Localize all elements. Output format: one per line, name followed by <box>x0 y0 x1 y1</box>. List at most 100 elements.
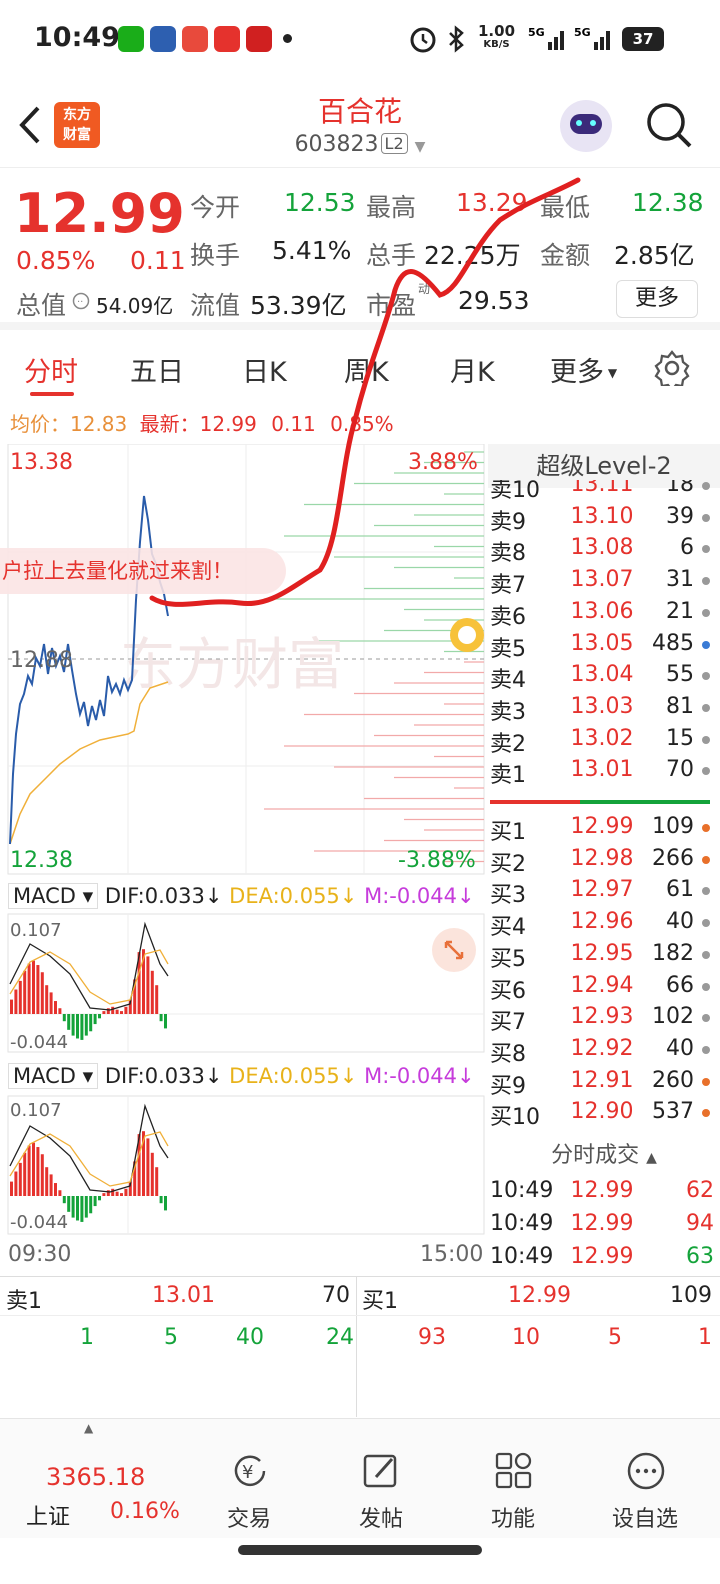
low-label: 最低 <box>540 193 591 222</box>
volume-label: 总手 <box>366 241 417 270</box>
macd-selector[interactable]: MACD ▾ <box>8 883 99 909</box>
pct-axis-bottom: -3.88% <box>398 848 476 873</box>
ask-row[interactable]: 卖5 13.05 485 <box>488 629 716 662</box>
tab-daily-k[interactable]: 日K <box>242 350 287 389</box>
bid-row[interactable]: 买10 12.90 537 <box>488 1097 716 1130</box>
scrolling-comment-banner[interactable]: 户拉上去量化就过来割！ <box>0 548 286 594</box>
expand-icon[interactable] <box>432 928 476 972</box>
float-cap-label: 流值 <box>190 291 241 320</box>
trade-list: 10:49 12.99 62 10:49 12.99 94 10:49 12.99 63 <box>488 1176 720 1276</box>
bid-row[interactable]: 买9 12.91 260 <box>488 1066 716 1099</box>
buy-queue-item: 1 <box>698 1325 712 1350</box>
ask-list: 卖10 13.11 18 卖9 13.10 39 卖8 13.08 6 卖7 13.07 31 卖6 13… <box>488 480 720 800</box>
settings-gear-icon[interactable] <box>654 350 690 386</box>
sell-queue-item: 1 <box>80 1325 94 1350</box>
tab-monthly-k[interactable]: 月K <box>450 350 495 389</box>
time-axis-end: 15:00 <box>420 1242 484 1267</box>
info-icon[interactable]: ·· <box>72 292 90 310</box>
time-axis-start: 09:30 <box>8 1242 72 1267</box>
robot-assistant-icon[interactable] <box>560 100 612 152</box>
ask-row[interactable]: 卖9 13.10 39 <box>488 502 716 535</box>
high-label: 最高 <box>366 193 417 222</box>
tab-more[interactable]: 更多 ▼ <box>550 350 617 389</box>
ask-row[interactable]: 卖3 13.03 81 <box>488 692 716 725</box>
ask-row[interactable]: 卖7 13.07 31 <box>488 565 716 598</box>
signal-5g-icon: 5G <box>528 26 564 50</box>
search-icon[interactable] <box>644 100 694 150</box>
bid-row[interactable]: 买1 12.99 109 <box>488 812 716 845</box>
pe-value: 29.53 <box>458 286 530 315</box>
macd-indicator-bar: MACD ▾ DIF:0.033↓ DEA:0.055↓ M:-0.044↓ <box>8 883 475 909</box>
tab-five-day[interactable]: 五日 <box>130 350 184 389</box>
nav-watchlist[interactable]: 设自选 <box>580 1419 710 1532</box>
level2-badge: L2 <box>380 133 408 154</box>
ask-row[interactable]: 卖6 13.06 21 <box>488 597 716 630</box>
buy-queue-item: 10 <box>512 1325 540 1350</box>
bid-row[interactable]: 买6 12.94 66 <box>488 971 716 1004</box>
more-quote-button[interactable]: 更多 <box>616 280 698 318</box>
more-dots-icon <box>627 1452 665 1490</box>
amount-label: 金额 <box>540 241 591 270</box>
pe-label: 市盈 <box>366 291 417 320</box>
ask-row[interactable]: 卖1 13.01 70 <box>488 755 716 788</box>
svg-text:5G: 5G <box>528 26 545 39</box>
open-value: 12.53 <box>284 188 356 217</box>
market-cap-label: 总值 <box>16 291 67 320</box>
nav-functions[interactable]: 功能 <box>448 1419 578 1532</box>
stock-name: 百合花 <box>317 95 402 128</box>
alarm-icon <box>410 27 436 53</box>
price-axis-mid: 12.88 <box>10 648 73 673</box>
pe-dynamic-mark: 动 <box>418 282 431 296</box>
macd-selector-2[interactable]: MACD ▾ <box>8 1063 99 1089</box>
signal-5g-icon-2: 5G <box>574 26 610 50</box>
bid-row[interactable]: 买3 12.97 61 <box>488 875 716 908</box>
bid-row[interactable]: 买2 12.98 266 <box>488 844 716 877</box>
high-value: 13.29 <box>456 188 528 217</box>
ask-row[interactable]: 卖8 13.08 6 <box>488 533 716 566</box>
change-amount: 0.11 <box>130 246 186 275</box>
turnover-label: 换手 <box>190 241 241 270</box>
nav-post[interactable]: 发帖 <box>316 1419 446 1532</box>
bottom-nav: ▲ 3365.18 上证 0.16% ¥ 交易 发帖 功能 设自选 <box>0 1418 720 1538</box>
shopping-icon <box>182 26 208 52</box>
status-bar: 10:49 1.00 KB/S 5G 5G 37 <box>0 0 720 78</box>
sell-queue-item: 24 <box>326 1325 354 1350</box>
battery-icon: 37 <box>622 27 664 51</box>
wechat-icon <box>118 26 144 52</box>
ask-row[interactable]: 卖10 13.11 18 <box>488 480 716 503</box>
change-percent: 0.85% <box>16 246 96 275</box>
bid-row[interactable]: 买8 12.92 40 <box>488 1034 716 1067</box>
news-icon <box>214 26 240 52</box>
status-time: 10:49 <box>34 22 120 53</box>
index-value: 3365.18 <box>46 1463 146 1491</box>
turnover-value: 5.41% <box>272 236 352 265</box>
ask-bid-ratio-green <box>580 800 710 804</box>
index-name: 上证 <box>26 1505 71 1530</box>
index-ticker[interactable]: ▲ 3365.18 上证 0.16% <box>0 1419 180 1530</box>
order-queue-panel: 卖1 13.01 70 买1 12.99 109 1 5 40 24 93 10… <box>0 1276 720 1417</box>
sell-queue-item: 5 <box>164 1325 178 1350</box>
bid-row[interactable]: 买5 12.95 182 <box>488 939 716 972</box>
bid-row[interactable]: 买7 12.93 102 <box>488 1002 716 1035</box>
tab-weekly-k[interactable]: 周K <box>344 350 389 389</box>
ask-row[interactable]: 卖4 13.04 55 <box>488 660 716 693</box>
nav-trade[interactable]: ¥ 交易 <box>184 1419 314 1532</box>
buy1-volume: 109 <box>670 1283 712 1308</box>
bank-icon <box>246 26 272 52</box>
ask-bid-ratio-red <box>490 800 580 804</box>
rabbit-mascot-icon[interactable] <box>450 618 484 652</box>
ask-row[interactable]: 卖2 13.02 15 <box>488 724 716 757</box>
tab-intraday[interactable]: 分时 <box>24 350 78 389</box>
edit-icon <box>363 1454 397 1488</box>
stock-code-selector[interactable]: 603823 L2 ▼ <box>0 132 720 157</box>
home-indicator[interactable] <box>238 1545 482 1555</box>
chart-period-tabs: 分时 五日 日K 周K 月K 更多 ▼ <box>0 338 720 402</box>
bid-row[interactable]: 买4 12.96 40 <box>488 907 716 940</box>
intraday-chart[interactable]: 东方财富 13.38 3.88% 12.88 12.38 -3.88% 户拉上去… <box>0 443 488 1276</box>
trade-icon: ¥ <box>234 1455 266 1487</box>
grid-icon <box>495 1452 532 1489</box>
pct-axis-top: 3.88% <box>408 450 478 475</box>
app-icon <box>150 26 176 52</box>
macd2-min-label: -0.044 <box>10 1212 69 1233</box>
trades-header[interactable]: 分时成交 ▲ <box>488 1136 720 1176</box>
